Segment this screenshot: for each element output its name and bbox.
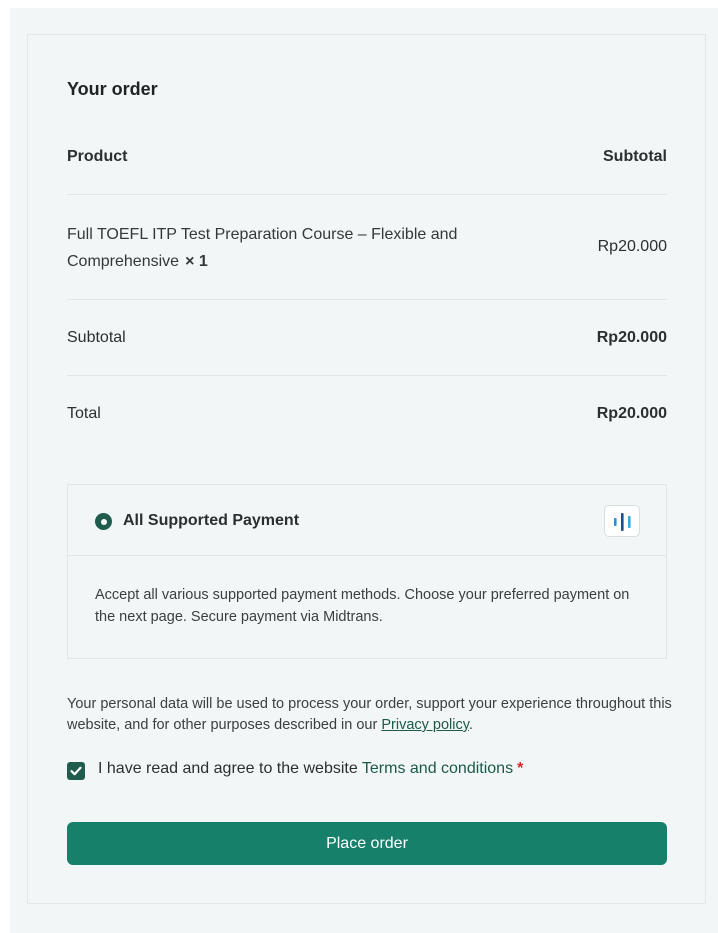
privacy-notice-text: Your personal data will be used to proce…: [67, 696, 672, 733]
total-value: Rp20.000: [596, 405, 667, 422]
order-review-card: Your order Product Subtotal Full TOEFL I…: [27, 34, 706, 904]
subtotal-column-header: Subtotal: [603, 148, 667, 165]
product-quantity: × 1: [185, 253, 208, 270]
order-title: Your order: [67, 79, 158, 99]
table-row: Full TOEFL ITP Test Preparation Course –…: [67, 221, 667, 277]
total-label: Total: [67, 405, 101, 422]
payment-method-option[interactable]: All Supported Payment: [68, 485, 666, 556]
payment-radio-selected[interactable]: [95, 513, 112, 530]
payment-method-box: All Supported Payment Accept all various…: [67, 484, 667, 659]
privacy-notice-suffix: .: [468, 717, 473, 733]
subtotal-value: Rp20.000: [596, 329, 667, 346]
privacy-notice: Your personal data will be used to proce…: [67, 694, 677, 736]
payment-method-label[interactable]: All Supported Payment: [123, 512, 299, 530]
item-divider: [67, 299, 667, 300]
product-name-text: Full TOEFL ITP Test Preparation Course –…: [67, 226, 458, 270]
terms-and-conditions-link[interactable]: Terms and conditions: [362, 760, 513, 777]
terms-checkbox[interactable]: [67, 762, 85, 780]
subtotal-divider: [67, 375, 667, 376]
header-divider: [67, 194, 667, 195]
product-column-header: Product: [67, 148, 128, 165]
payment-description: Accept all various supported payment met…: [95, 587, 630, 625]
product-name: Full TOEFL ITP Test Preparation Course –…: [67, 221, 487, 275]
place-order-button[interactable]: Place order: [67, 822, 667, 865]
required-mark: *: [517, 760, 524, 777]
terms-agreement: I have read and agree to the website Ter…: [98, 760, 523, 778]
product-subtotal: Rp20.000: [597, 238, 667, 255]
midtrans-logo-icon: [604, 505, 640, 537]
checkmark-icon: [70, 766, 82, 776]
terms-text: I have read and agree to the website: [98, 760, 362, 777]
subtotal-label: Subtotal: [67, 329, 126, 346]
privacy-policy-link[interactable]: Privacy policy: [381, 717, 469, 733]
